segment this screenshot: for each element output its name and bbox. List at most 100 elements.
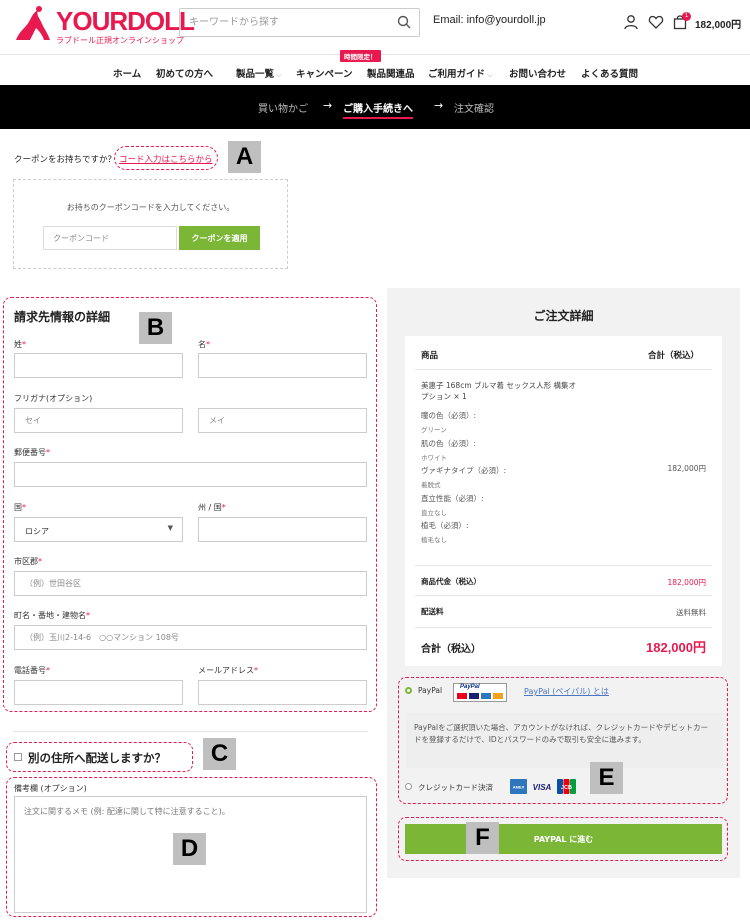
nav-products[interactable]: 製品一覧 ⌵ [236,66,282,80]
visa-brand: VISA [533,783,552,792]
furigana-mei-field[interactable] [198,408,367,433]
search-input[interactable] [180,9,390,36]
search-box [179,8,420,37]
shipping-fee-value: 送料無料 [676,608,706,617]
place-order-button[interactable]: PAYPAL に進む [405,824,722,854]
city-label: 市区郡* [14,557,42,566]
user-icon[interactable] [623,14,639,30]
country-label: 国* [14,503,26,512]
paypal-radio[interactable] [405,687,412,694]
total-value: 182,000円 [646,640,706,655]
postcode-label: 郵便番号* [14,448,50,457]
visa-icon [469,693,479,699]
site-header: YOURDOLL ラブドール正規オンラインショップ Email: info@yo… [0,0,750,55]
marker-b: B [139,312,172,344]
first-name-label: 名* [198,340,210,349]
checkout-steps: 買い物かご → ご購入手続きへ → 注文確認 [0,85,750,129]
marker-f: F [466,822,499,854]
address-field[interactable] [14,625,367,650]
amex-brand: AMEX [513,785,525,790]
option-value: グリーン [421,426,447,434]
wishlist-heart-icon[interactable] [648,14,664,30]
marker-a: A [228,141,261,173]
furigana-label: フリガナ(オプション) [14,394,93,403]
marker-d: D [173,833,206,865]
chevron-down-icon: ⌵ [274,71,282,79]
amex-icon: AMEX [510,779,527,794]
divider [415,627,712,628]
paypal-info-link[interactable]: PayPal (ペイパル) とは [524,686,609,697]
step-checkout[interactable]: ご購入手続きへ [343,100,413,119]
divider [415,565,712,566]
logo-icon [16,6,50,40]
phone-field[interactable] [14,680,183,705]
step-confirm: 注文確認 [454,104,494,115]
nav-beginners[interactable]: 初めての方へ [156,66,213,80]
product-price: 182,000円 [667,464,706,473]
postcode-field[interactable] [14,462,367,487]
coupon-code-link[interactable]: コード入力はこちらから [114,146,218,170]
last-name-label: 姓* [14,340,26,349]
coupon-hint: お持ちのクーポンコードを入力してください。 [66,203,235,212]
divider [415,369,712,370]
option-label: ヴァギナタイプ（必須）: [421,466,507,475]
option-value: 着脱式 [421,481,441,489]
arrow-right-icon: → [434,99,444,112]
nav-campaign[interactable]: キャンペーン [296,66,353,80]
cart-count-badge: 1 [682,12,691,21]
ship-elsewhere-label[interactable]: 別の住所へ配送しますか？ [28,750,166,766]
logo[interactable]: YOURDOLL ラブドール正規オンラインショップ [12,6,195,46]
option-label: 植毛（必須）: [421,521,469,530]
logo-tagline: ラブドール正規オンラインショップ [56,36,184,45]
chevron-down-icon: ⌵ [485,71,493,79]
state-field[interactable] [198,517,367,542]
mastercard-icon [457,693,467,699]
caret-down-icon: ▼ [167,524,173,532]
nav-home[interactable]: ホーム [113,66,141,80]
col-product-header: 商品 [421,351,439,361]
city-field[interactable] [14,571,367,596]
subtotal-value: 182,000円 [667,578,706,587]
furigana-sei-field[interactable] [14,408,183,433]
subtotal-label: 商品代金（税込） [421,577,481,586]
search-icon[interactable] [397,15,411,29]
col-total-header: 合計（税込） [648,351,700,361]
coupon-form: お持ちのクーポンコードを入力してください。 クーポンを適用 [13,179,288,269]
cart-total[interactable]: 182,000円 [695,16,741,31]
logo-text: YOURDOLL [56,6,195,36]
option-value: 植毛なし [421,536,447,544]
phone-label: 電話番号* [14,666,50,675]
product-name: 美惠子 168cm ブルマ着 セックス人形 構集オプション × 1 [421,381,577,401]
billing-title: 請求先情報の詳細 [14,310,111,324]
coupon-code-input[interactable] [43,226,177,250]
jcb-icon: JCB [557,779,576,794]
paypal-label[interactable]: PayPal [418,686,442,695]
country-select[interactable]: ロシア ▼ [14,517,183,542]
order-notes-label: 備考欄 (オプション) [14,784,87,793]
nav-accessories[interactable]: 製品関連品 [367,66,415,80]
option-value: ホワイト [421,454,447,462]
credit-card-radio[interactable] [405,783,412,790]
email-field[interactable] [198,680,367,705]
limited-time-badge: 時間限定！ [340,50,381,62]
email-label: メールアドレス* [198,666,258,675]
arrow-right-icon: → [323,99,333,112]
nav-guide[interactable]: ご利用ガイド ⌵ [428,66,493,80]
shipping-fee-label: 配送料 [421,607,444,616]
first-name-field[interactable] [198,353,367,378]
apply-coupon-button[interactable]: クーポンを適用 [179,226,260,250]
option-label: 瞳の色（必須）: [421,411,477,420]
coupon-question: クーポンをお持ちですか？ [14,155,117,165]
paypal-logo: PayPal [453,683,507,702]
nav-contact[interactable]: お問い合わせ [509,66,566,80]
total-label: 合計（税込） [421,644,481,655]
divider [13,731,368,732]
address-label: 町名・番地・建物名* [14,611,90,620]
step-cart[interactable]: 買い物かご [258,100,308,115]
credit-card-label[interactable]: クレジットカード決済 [418,782,493,793]
ship-elsewhere-checkbox[interactable] [14,753,22,761]
last-name-field[interactable] [14,353,183,378]
marker-e: E [590,762,623,794]
jcb-brand: JCB [561,785,572,791]
nav-faq[interactable]: よくある質問 [581,66,638,80]
